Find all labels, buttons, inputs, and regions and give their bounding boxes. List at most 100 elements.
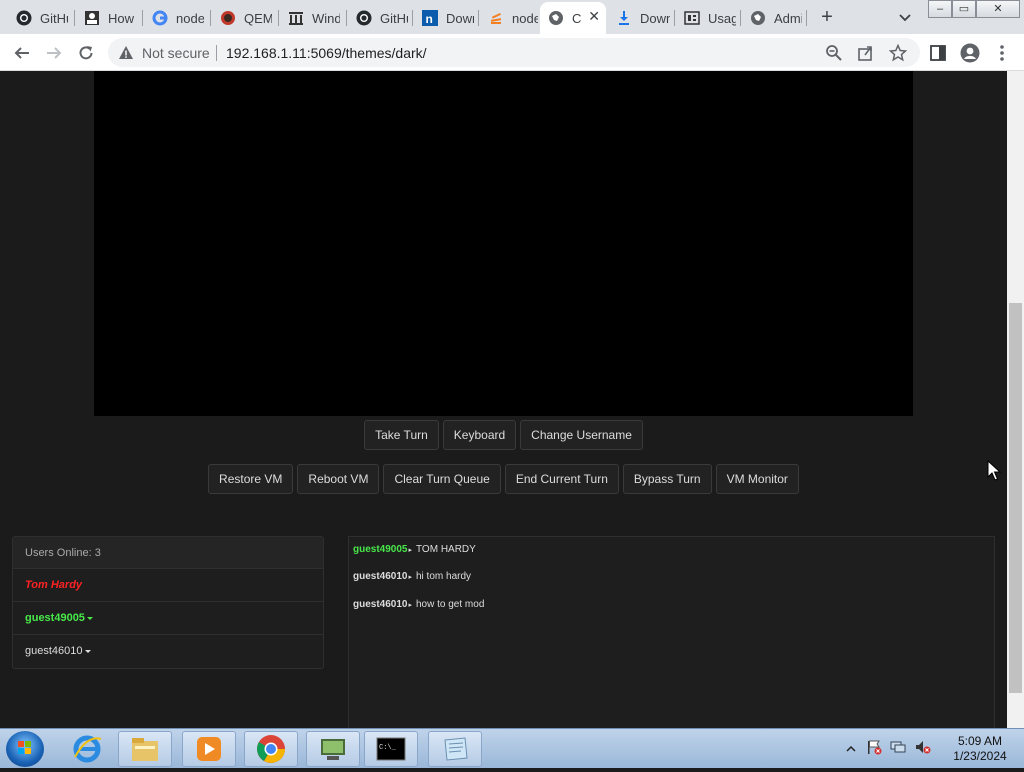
username: Tom Hardy <box>25 579 83 591</box>
browser-tab[interactable]: node <box>144 4 204 32</box>
address-bar[interactable]: Not secure 192.168.1.11:5069/themes/dark… <box>108 38 920 67</box>
restore-vm-button[interactable]: Restore VM <box>208 464 294 494</box>
tab-title: GitHub <box>380 10 408 26</box>
side-panel-icon[interactable] <box>926 41 950 65</box>
profile-avatar[interactable] <box>958 41 982 65</box>
browser-tab[interactable]: node <box>480 4 538 32</box>
url-text[interactable]: 192.168.1.11:5069/themes/dark/ <box>226 45 427 61</box>
browser-tab[interactable]: Windows <box>280 4 340 32</box>
page-content: Take Turn Keyboard Change Username Resto… <box>0 71 1007 728</box>
globe-icon <box>750 10 766 26</box>
clear-turn-queue-button[interactable]: Clear Turn Queue <box>383 464 501 494</box>
notepad-icon[interactable] <box>428 731 482 767</box>
tab-separator <box>210 10 211 26</box>
username: guest49005 <box>25 612 85 624</box>
browser-tab[interactable]: How <box>76 4 136 32</box>
username: guest46010 <box>25 645 83 657</box>
browser-tab[interactable]: GitHub <box>8 4 68 32</box>
close-window-button[interactable]: ✕ <box>976 0 1020 18</box>
mouse-cursor-icon <box>987 459 1002 487</box>
tab-title: node <box>176 10 204 26</box>
page-scrollbar[interactable] <box>1007 71 1024 728</box>
tab-title: Admin <box>774 10 802 26</box>
close-tab-icon[interactable]: ✕ <box>588 8 600 25</box>
browser-tab-active[interactable]: C ✕ <box>540 2 606 34</box>
reboot-vm-button[interactable]: Reboot VM <box>297 464 380 494</box>
minimize-button[interactable]: – <box>928 0 952 18</box>
user-list-item[interactable]: Tom Hardy <box>13 569 323 602</box>
taskbar-clock[interactable]: 5:09 AM 1/23/2024 <box>940 734 1020 764</box>
users-online-panel: Users Online: 3 Tom Hardy guest49005 gue… <box>12 536 324 669</box>
bypass-turn-button[interactable]: Bypass Turn <box>622 464 712 494</box>
new-tab-button[interactable]: + <box>816 6 838 29</box>
github-icon <box>356 10 372 26</box>
book-icon <box>684 10 700 26</box>
browser-tab[interactable]: Admin <box>742 4 802 32</box>
share-icon[interactable] <box>854 41 878 65</box>
user-list-item[interactable]: guest49005 <box>13 602 323 635</box>
chat-message: guest49005▸ TOM HARDY <box>353 544 476 555</box>
n-icon: n <box>422 10 438 26</box>
network-icon[interactable] <box>890 739 906 760</box>
tab-title: GitHub <box>40 10 68 26</box>
show-hidden-icons-icon[interactable] <box>846 741 856 759</box>
chat-username: guest46010 <box>353 599 408 610</box>
user-icon <box>84 10 100 26</box>
vm-monitor-button[interactable]: VM Monitor <box>715 464 799 494</box>
chat-message: guest46010▸ how to get mod <box>353 599 484 610</box>
tab-title: Download <box>640 10 670 26</box>
keyboard-button[interactable]: Keyboard <box>442 420 517 450</box>
media-player-icon[interactable] <box>182 731 236 767</box>
tab-title: C <box>572 10 582 26</box>
ie-icon[interactable] <box>60 731 114 767</box>
browser-tab[interactable]: Download <box>608 4 670 32</box>
google-icon <box>152 10 168 26</box>
back-button[interactable] <box>10 41 34 65</box>
warning-icon[interactable] <box>118 45 134 66</box>
divider <box>216 45 217 61</box>
zoom-icon[interactable] <box>822 41 846 65</box>
cmd-icon[interactable]: C:\_ <box>364 731 418 767</box>
chrome-icon[interactable] <box>244 731 298 767</box>
clock-time: 5:09 AM <box>957 734 1003 748</box>
browser-toolbar: Not secure 192.168.1.11:5069/themes/dark… <box>0 34 1024 71</box>
volume-muted-icon[interactable] <box>914 739 932 760</box>
end-current-turn-button[interactable]: End Current Turn <box>504 464 619 494</box>
browser-tab-strip: GitHub How node QEMU Windows GitHub n Do… <box>0 0 1024 34</box>
vm-icon[interactable] <box>306 731 360 767</box>
browser-tab[interactable]: QEMU <box>212 4 272 32</box>
scrollbar-thumb[interactable] <box>1009 303 1022 693</box>
github-icon <box>16 10 32 26</box>
change-username-button[interactable]: Change Username <box>520 420 643 450</box>
user-list-item[interactable]: guest46010 <box>13 635 323 668</box>
browser-tab[interactable]: n Download <box>414 4 474 32</box>
tab-title: QEMU <box>244 10 272 26</box>
download-icon <box>616 10 632 26</box>
action-center-flag-icon[interactable] <box>866 739 882 760</box>
vm-display[interactable] <box>94 71 913 416</box>
stack-icon <box>488 10 504 26</box>
explorer-icon[interactable] <box>118 731 172 767</box>
forward-button[interactable] <box>42 41 66 65</box>
museum-icon <box>288 10 304 26</box>
tab-title: Download <box>446 10 474 26</box>
chat-text: TOM HARDY <box>416 544 476 555</box>
tab-title: How <box>108 10 135 26</box>
tab-separator <box>412 10 413 26</box>
svg-text:n: n <box>426 12 433 26</box>
tab-separator <box>142 10 143 26</box>
qemu-icon <box>220 10 236 26</box>
maximize-button[interactable]: ▭ <box>952 0 976 18</box>
chat-panel[interactable]: guest49005▸ TOM HARDY guest46010▸ hi tom h… <box>348 536 995 728</box>
take-turn-button[interactable]: Take Turn <box>364 420 439 450</box>
system-tray: 5:09 AM 1/23/2024 <box>840 729 1024 769</box>
security-status[interactable]: Not secure <box>142 45 210 61</box>
menu-dots-icon[interactable] <box>990 41 1014 65</box>
reload-button[interactable] <box>74 41 98 65</box>
browser-tab[interactable]: Usage <box>676 4 736 32</box>
bookmark-star-icon[interactable] <box>886 41 910 65</box>
tab-separator <box>74 10 75 26</box>
start-button[interactable] <box>6 731 44 767</box>
browser-tab[interactable]: GitHub <box>348 4 408 32</box>
chevron-down-icon[interactable] <box>896 8 914 26</box>
